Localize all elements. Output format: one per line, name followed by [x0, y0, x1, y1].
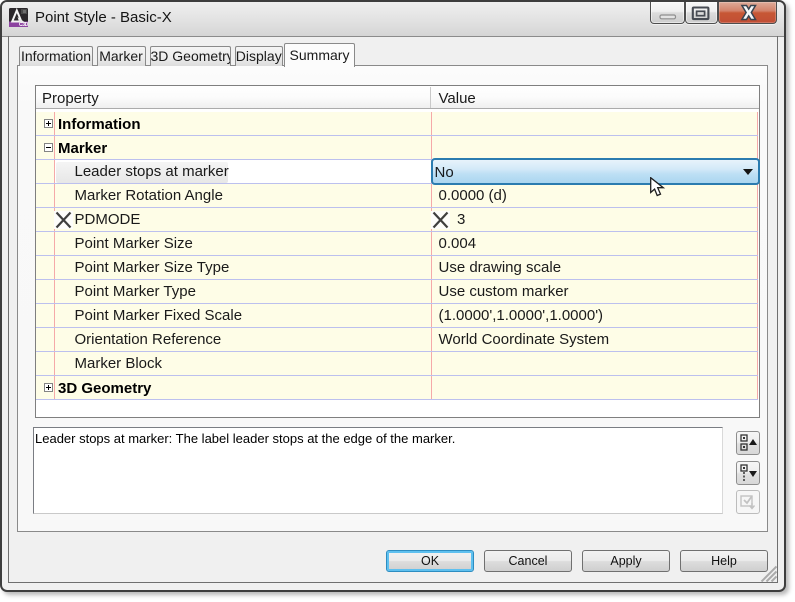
svg-text:C3D: C3D: [19, 22, 28, 27]
